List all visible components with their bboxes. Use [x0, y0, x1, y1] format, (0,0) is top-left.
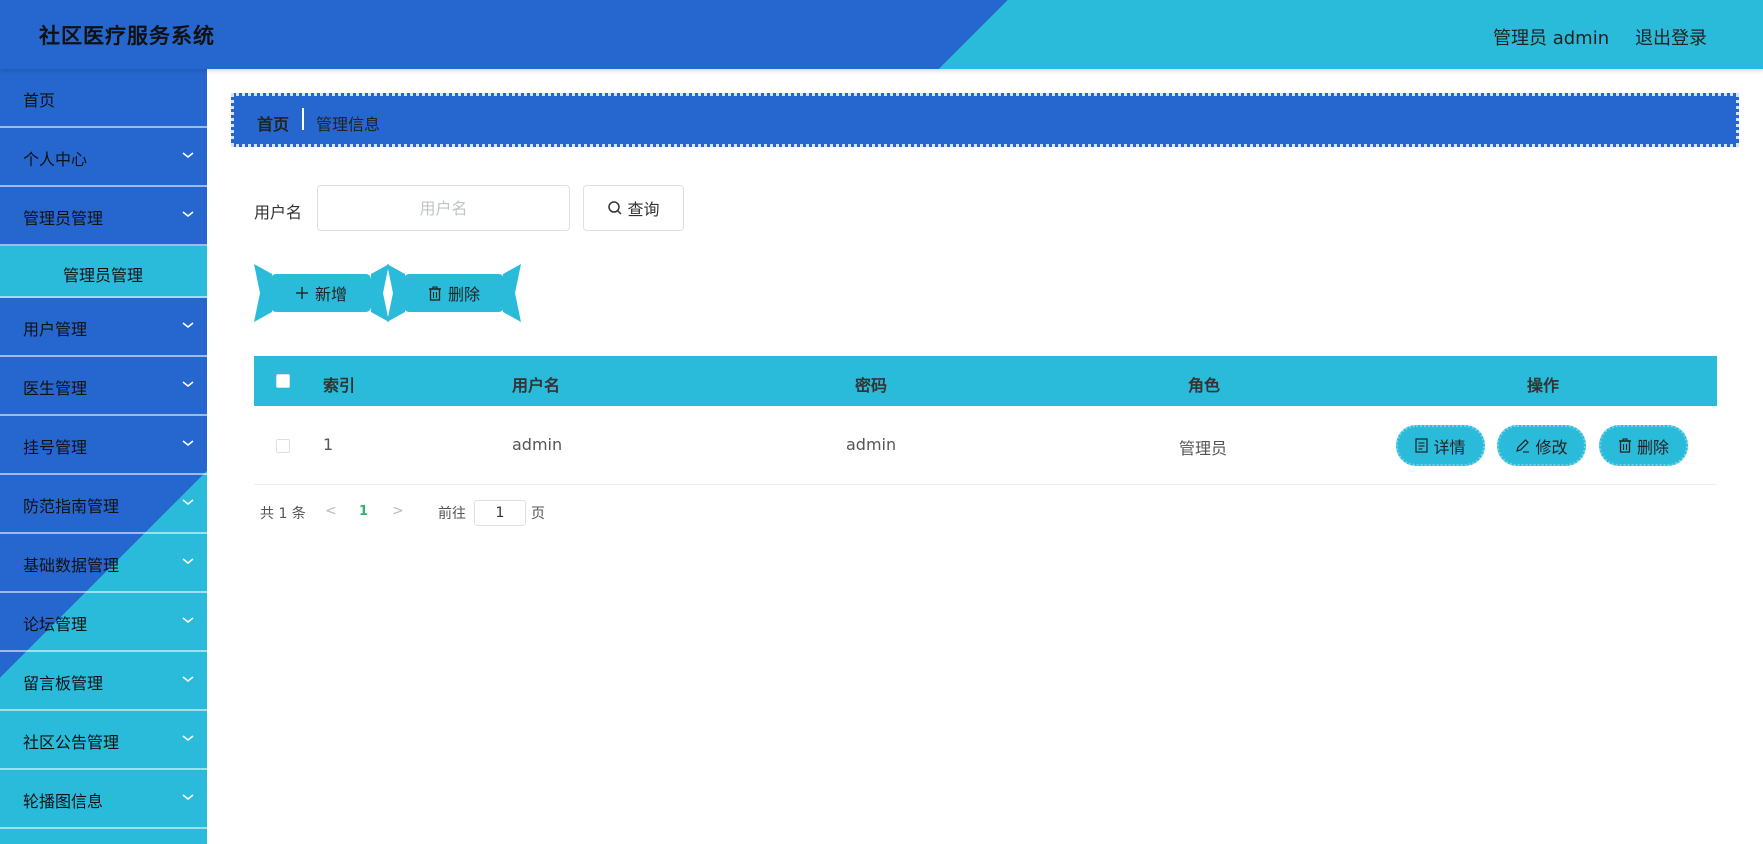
sidebar: 首页 个人中心 管理员管理 管理员管理 用户管理 医生管理 挂号管理 防范指南管… [0, 69, 207, 844]
pagination-page-number[interactable]: 1 [359, 504, 368, 519]
sidebar-item-prevention-guide[interactable]: 防范指南管理 [0, 475, 207, 534]
prev-page-icon[interactable]: < [325, 503, 337, 519]
edit-button[interactable]: 修改 [1497, 425, 1586, 466]
sidebar-item-doctors[interactable]: 医生管理 [0, 357, 207, 416]
search-username-label: 用户名 [254, 203, 303, 222]
pagination-page-suffix: 页 [531, 506, 545, 522]
sidebar-item-announcements[interactable]: 社区公告管理 [0, 711, 207, 770]
trash-icon [1618, 438, 1631, 453]
next-page-icon[interactable]: > [392, 503, 404, 519]
select-all-checkbox[interactable] [276, 374, 290, 388]
chevron-down-icon [182, 381, 194, 387]
current-user-label: 管理员 admin [1493, 28, 1610, 49]
row-delete-button-label: 删除 [1636, 437, 1669, 457]
sidebar-item-base-data[interactable]: 基础数据管理 [0, 534, 207, 593]
chevron-down-icon [182, 152, 194, 158]
chevron-down-icon [182, 794, 194, 800]
row-checkbox[interactable] [276, 439, 290, 453]
edit-button-label: 修改 [1535, 437, 1568, 457]
search-username-input[interactable] [317, 185, 570, 231]
add-button-label: 新增 [314, 285, 347, 304]
breadcrumb: 首页 管理信息 [231, 93, 1739, 147]
logout-button[interactable]: 退出登录 [1635, 24, 1707, 50]
cell-password: admin [846, 435, 897, 454]
search-icon [608, 201, 623, 215]
chevron-down-icon [182, 322, 194, 328]
sidebar-item-label: 轮播图信息 [23, 792, 104, 811]
sidebar-item-registration[interactable]: 挂号管理 [0, 416, 207, 475]
sidebar-item-label: 管理员管理 [23, 209, 104, 228]
document-icon [1415, 438, 1429, 453]
edit-pencil-icon [1516, 439, 1530, 453]
sidebar-item-label: 社区公告管理 [23, 733, 120, 752]
sidebar-item-label: 防范指南管理 [23, 497, 120, 516]
chevron-down-icon [182, 499, 194, 505]
top-header: 社区医疗服务系统 管理员 admin 退出登录 [0, 0, 1763, 69]
app-title: 社区医疗服务系统 [39, 24, 215, 48]
chevron-down-icon [182, 558, 194, 564]
sidebar-item-carousel[interactable]: 轮播图信息 [0, 770, 207, 829]
plus-icon [295, 287, 308, 299]
column-header-actions: 操作 [1527, 376, 1560, 395]
breadcrumb-home-link[interactable]: 首页 [257, 111, 289, 135]
column-header-username: 用户名 [512, 376, 561, 395]
detail-button[interactable]: 详情 [1396, 425, 1485, 466]
sidebar-item-forum[interactable]: 论坛管理 [0, 593, 207, 652]
column-header-index: 索引 [323, 376, 356, 395]
breadcrumb-separator [302, 108, 304, 130]
table-row: 1 admin admin 管理员 详情 修改 删除 [254, 406, 1717, 485]
sidebar-subitem-label: 管理员管理 [63, 266, 144, 285]
chevron-down-icon [182, 440, 194, 446]
query-button-label: 查询 [627, 200, 660, 219]
chevron-down-icon [182, 211, 194, 217]
sidebar-subitem-admin-management[interactable]: 管理员管理 [0, 246, 207, 298]
column-header-password: 密码 [855, 376, 888, 395]
sidebar-item-label: 首页 [23, 91, 56, 110]
cell-index: 1 [323, 435, 334, 454]
cell-username: admin [512, 435, 563, 454]
column-header-role: 角色 [1188, 376, 1221, 395]
trash-icon [428, 285, 441, 301]
bow-decoration [503, 264, 521, 322]
batch-delete-button-label: 删除 [447, 285, 480, 304]
batch-delete-button[interactable]: 删除 [404, 274, 504, 312]
pagination-goto-input[interactable] [474, 500, 526, 526]
breadcrumb-current: 管理信息 [316, 115, 381, 134]
bow-decoration [387, 264, 405, 322]
pagination-goto-label: 前往 [438, 506, 466, 522]
add-button[interactable]: 新增 [271, 274, 371, 312]
sidebar-item-label: 基础数据管理 [23, 556, 120, 575]
sidebar-item-profile[interactable]: 个人中心 [0, 128, 207, 187]
sidebar-item-label: 个人中心 [23, 150, 88, 169]
sidebar-item-home[interactable]: 首页 [0, 69, 207, 128]
bow-decoration [254, 264, 272, 322]
sidebar-item-label: 医生管理 [23, 379, 88, 398]
chevron-down-icon [182, 617, 194, 623]
sidebar-item-label: 论坛管理 [23, 615, 88, 634]
chevron-down-icon [182, 676, 194, 682]
sidebar-item-label: 挂号管理 [23, 438, 88, 457]
cell-role: 管理员 [1179, 439, 1228, 458]
sidebar-item-admin-management[interactable]: 管理员管理 [0, 187, 207, 246]
pagination-total: 共 1 条 [260, 506, 306, 522]
sidebar-item-label: 留言板管理 [23, 674, 104, 693]
sidebar-item-label: 用户管理 [23, 320, 88, 339]
detail-button-label: 详情 [1433, 437, 1466, 457]
chevron-down-icon [182, 735, 194, 741]
sidebar-item-users[interactable]: 用户管理 [0, 298, 207, 357]
sidebar-item-message-board[interactable]: 留言板管理 [0, 652, 207, 711]
row-delete-button[interactable]: 删除 [1599, 425, 1688, 466]
table-header: 索引 用户名 密码 角色 操作 [254, 356, 1717, 406]
query-button[interactable]: 查询 [583, 185, 684, 231]
